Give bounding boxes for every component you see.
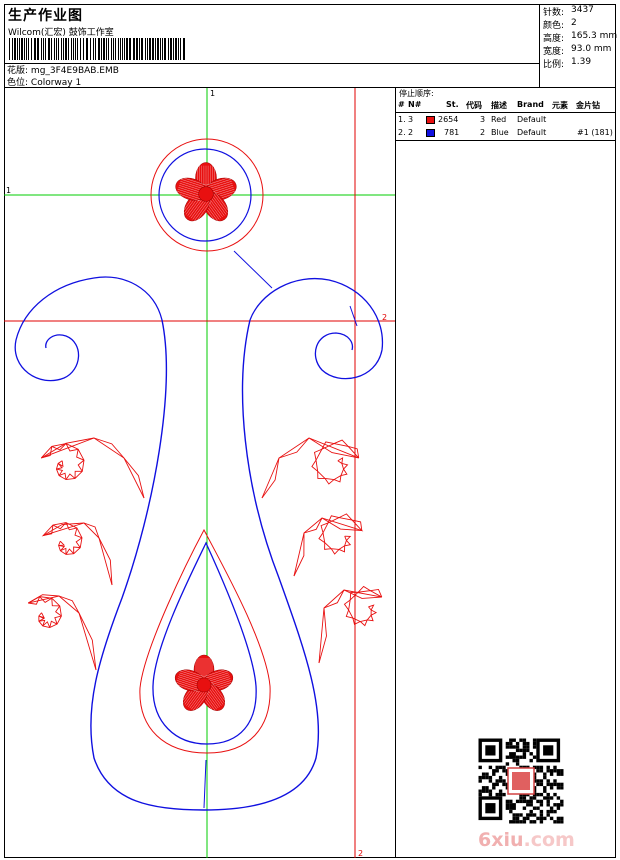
barcode bbox=[9, 38, 185, 60]
connector-stitch bbox=[233, 250, 273, 289]
table-rule bbox=[396, 140, 616, 141]
row-brand: Default bbox=[517, 115, 547, 124]
table-row: 1. 3 2654 3 Red Default bbox=[396, 115, 612, 127]
col-index: # bbox=[398, 100, 405, 109]
page-title: 生产作业图 bbox=[8, 8, 83, 24]
embroidery-design: 1 1 2 2 bbox=[4, 88, 395, 858]
stat-label: 针数: bbox=[543, 8, 565, 18]
col-description: 描述 bbox=[491, 101, 507, 110]
table-row: 2. 2 781 2 Blue Default #1 (181) bbox=[396, 128, 613, 140]
row-needle: 2 bbox=[408, 128, 414, 137]
row-stitches: 2654 bbox=[438, 115, 459, 124]
stat-value: 93.0 mm bbox=[571, 44, 612, 54]
stat-value: 3437 bbox=[571, 5, 594, 15]
stat-label: 高度: bbox=[543, 34, 565, 44]
guide-label-red-right: 2 bbox=[382, 313, 387, 322]
row-stitches: 781 bbox=[444, 128, 460, 137]
colorway: 色位: Colorway 1 bbox=[7, 75, 81, 88]
watermark-suffix: .com bbox=[523, 829, 575, 851]
design-canvas: 1 1 2 2 bbox=[4, 88, 396, 858]
colorway-name: Colorway 1 bbox=[30, 78, 82, 88]
right-scroll bbox=[249, 278, 384, 380]
stat-label: 颜色: bbox=[543, 21, 565, 31]
stat-width: 宽度: 93.0 mm bbox=[543, 44, 611, 57]
col-sequin: 金片钻 bbox=[576, 101, 600, 110]
stat-value: 165.3 mm bbox=[571, 31, 618, 41]
seal-icon bbox=[512, 772, 530, 790]
col-needle: N# bbox=[408, 100, 422, 109]
stat-scale: 比例: 1.39 bbox=[543, 57, 591, 70]
watermark-text: 6xiu bbox=[478, 829, 524, 851]
row-brand: Default bbox=[517, 128, 547, 137]
left-scroll bbox=[14, 276, 163, 382]
bottom-flower bbox=[174, 654, 234, 712]
col-code: 代码 bbox=[466, 101, 482, 110]
guide-label-green-top: 1 bbox=[210, 89, 215, 98]
top-flower bbox=[175, 162, 237, 222]
guide-label-red-bottom: 2 bbox=[358, 849, 363, 858]
color-swatch bbox=[426, 129, 435, 137]
teardrop-inner bbox=[152, 541, 257, 745]
watermark: 6xiu.com bbox=[478, 829, 575, 851]
stop-sequence-header: # N# St. 代码 描述 Brand 元素 金片钻 bbox=[396, 100, 612, 112]
col-stitches: St. bbox=[446, 100, 459, 109]
header-rule bbox=[396, 112, 616, 113]
stat-value: 1.39 bbox=[571, 57, 592, 67]
col-element: 元素 bbox=[552, 101, 568, 110]
vase-outline bbox=[90, 319, 320, 811]
row-index: 1. bbox=[398, 115, 406, 124]
stat-stitches: 针数: 3437 bbox=[543, 5, 594, 18]
stat-colors: 颜色: 2 bbox=[543, 18, 577, 31]
stat-label: 比例: bbox=[543, 60, 565, 70]
stop-sequence-title: 停止顺序: bbox=[399, 89, 434, 98]
zigzag-vines bbox=[27, 437, 383, 671]
row-sequin: #1 (181) bbox=[577, 128, 613, 137]
guide-label-green-left: 1 bbox=[6, 186, 11, 195]
design-stats: 针数: 3437 颜色: 2 高度: 165.3 mm 宽度: 93.0 mm 比例: 1… bbox=[540, 4, 617, 88]
header-info: 生产作业图 Wilcom(汇宏) 鼓饰工作室 花版: mg_3F4E9BAB.E… bbox=[4, 4, 540, 88]
col-brand: Brand bbox=[517, 100, 544, 109]
row-code: 3 bbox=[480, 115, 486, 124]
color-swatch bbox=[426, 116, 435, 124]
row-needle: 3 bbox=[408, 115, 414, 124]
stat-value: 2 bbox=[571, 18, 577, 28]
scroll-end-stitch bbox=[349, 305, 358, 327]
row-description: Red bbox=[491, 115, 507, 124]
stat-label: 宽度: bbox=[543, 47, 565, 57]
stat-height: 高度: 165.3 mm bbox=[543, 31, 617, 44]
bottom-tie-stitch bbox=[203, 759, 207, 809]
qr-code bbox=[478, 738, 564, 824]
colorway-label: 色位: bbox=[7, 78, 29, 88]
row-description: Blue bbox=[491, 128, 509, 137]
row-index: 2. bbox=[398, 128, 406, 137]
company-name: Wilcom(汇宏) 鼓饰工作室 bbox=[8, 28, 114, 38]
row-code: 2 bbox=[480, 128, 486, 137]
